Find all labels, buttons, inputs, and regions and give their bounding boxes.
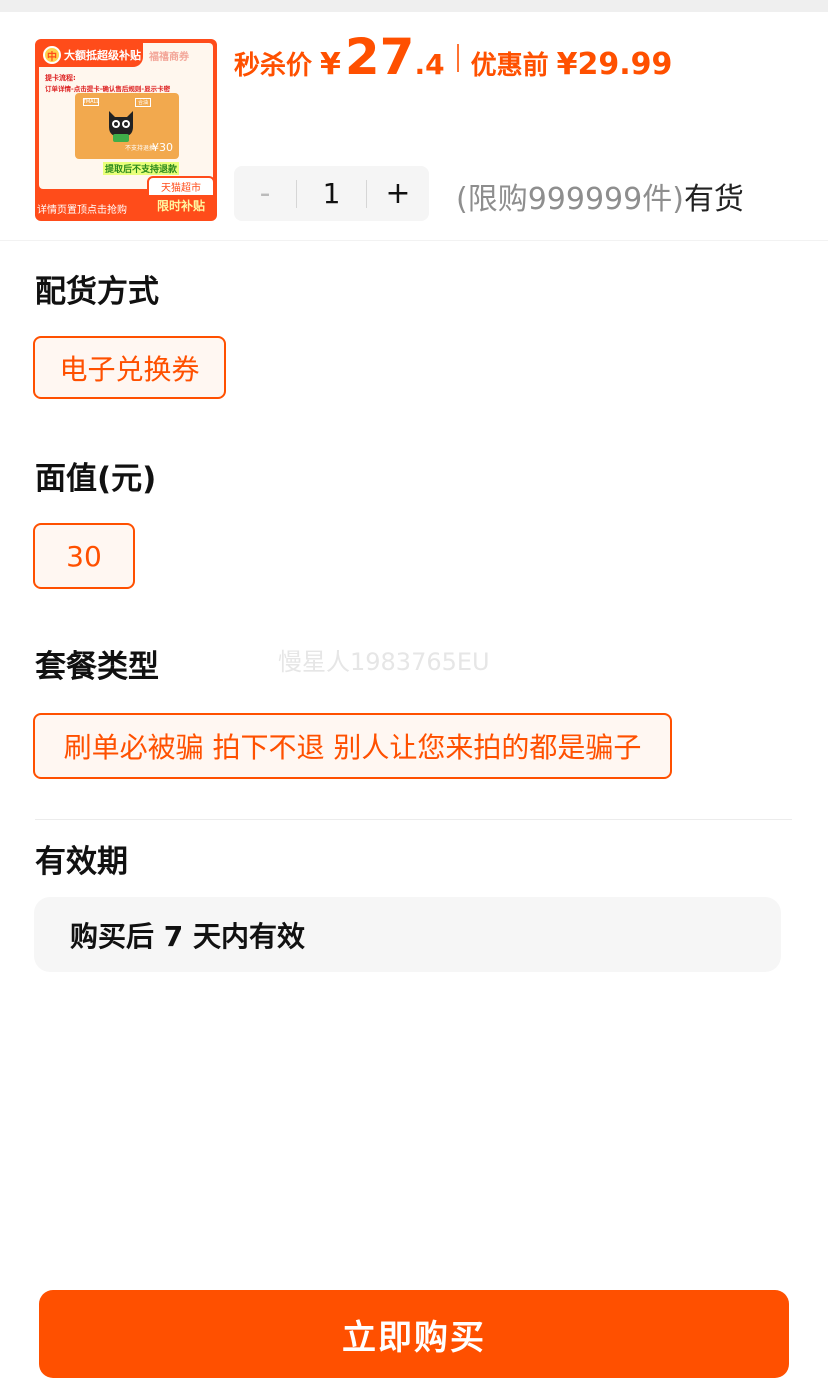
thumbnail-badge: 天猫超市 限时补贴 bbox=[147, 176, 215, 218]
section-divider bbox=[35, 819, 792, 820]
stock-info: (限购999999件)有货 bbox=[456, 174, 744, 218]
delivery-method-title: 配货方式 bbox=[35, 274, 159, 310]
thumbnail-flow-steps: 订单详情-点击提卡-确认售后规则-显示卡密 bbox=[45, 85, 171, 93]
card-value: ¥30 bbox=[152, 141, 173, 154]
flash-price-symbol: ¥ bbox=[320, 47, 341, 82]
badge-top-text: 天猫超市 bbox=[161, 183, 201, 194]
header-divider bbox=[0, 240, 828, 241]
watermark: 慢星人1983765EU bbox=[278, 648, 490, 676]
thumbnail-warning: 提取后不支持退款 bbox=[103, 162, 180, 175]
buy-now-button[interactable]: 立即购买 bbox=[39, 1290, 789, 1378]
badge-bottom-text: 限时补贴 bbox=[149, 195, 213, 216]
increment-button[interactable]: + bbox=[367, 166, 429, 221]
top-bar bbox=[0, 0, 828, 12]
thumbnail-brand: 福禧商券 bbox=[149, 52, 189, 63]
delivery-option-chip[interactable]: 电子兑换券 bbox=[33, 336, 226, 399]
coin-icon: 中 bbox=[43, 46, 61, 64]
thumbnail-footer: 详情页置顶点击抢购 bbox=[37, 205, 127, 216]
tmall-cat-icon bbox=[109, 111, 133, 142]
card-tag: 合油 bbox=[135, 98, 152, 107]
quantity-input[interactable]: 1 bbox=[297, 177, 366, 210]
decrement-button[interactable]: - bbox=[234, 166, 296, 221]
purchase-limit: (限购999999件) bbox=[456, 182, 684, 217]
thumbnail-inner: 中 大额抵超级补贴 福禧商券 提卡流程: 订单详情-点击提卡-确认售后规则-显示… bbox=[39, 43, 213, 189]
flash-price-integer: 27 bbox=[344, 28, 415, 86]
validity-box: 购买后 7 天内有效 bbox=[34, 897, 781, 972]
stock-status: 有货 bbox=[683, 182, 744, 217]
gift-card-image: TMALL 合油 不支持退换 ¥30 bbox=[75, 93, 179, 159]
validity-title: 有效期 bbox=[35, 844, 128, 880]
price-row: 秒杀价 ¥ 27 .4 优惠前 ¥29.99 bbox=[234, 28, 672, 88]
price-separator bbox=[456, 44, 459, 72]
product-thumbnail[interactable]: 中 大额抵超级补贴 福禧商券 提卡流程: 订单详情-点击提卡-确认售后规则-显示… bbox=[35, 39, 217, 221]
face-value-chip[interactable]: 30 bbox=[33, 523, 135, 589]
thumbnail-banner-text: 大额抵超级补贴 bbox=[64, 49, 141, 62]
quantity-stepper: - 1 + bbox=[234, 166, 429, 221]
flash-price-label: 秒杀价 bbox=[234, 51, 313, 81]
thumbnail-flow-title: 提卡流程: bbox=[45, 74, 76, 82]
original-price-label: 优惠前 bbox=[470, 51, 549, 81]
package-type-title: 套餐类型 bbox=[35, 649, 159, 685]
flash-price-decimal: .4 bbox=[414, 48, 445, 81]
card-no-refund: 不支持退换 bbox=[125, 145, 156, 152]
package-option-chip[interactable]: 刷单必被骗 拍下不退 别人让您来拍的都是骗子 bbox=[33, 713, 672, 779]
original-price: ¥29.99 bbox=[556, 47, 673, 82]
face-value-title: 面值(元) bbox=[35, 461, 157, 497]
thumbnail-banner: 中 大额抵超级补贴 bbox=[39, 43, 143, 67]
card-logo: TMALL bbox=[82, 98, 100, 106]
